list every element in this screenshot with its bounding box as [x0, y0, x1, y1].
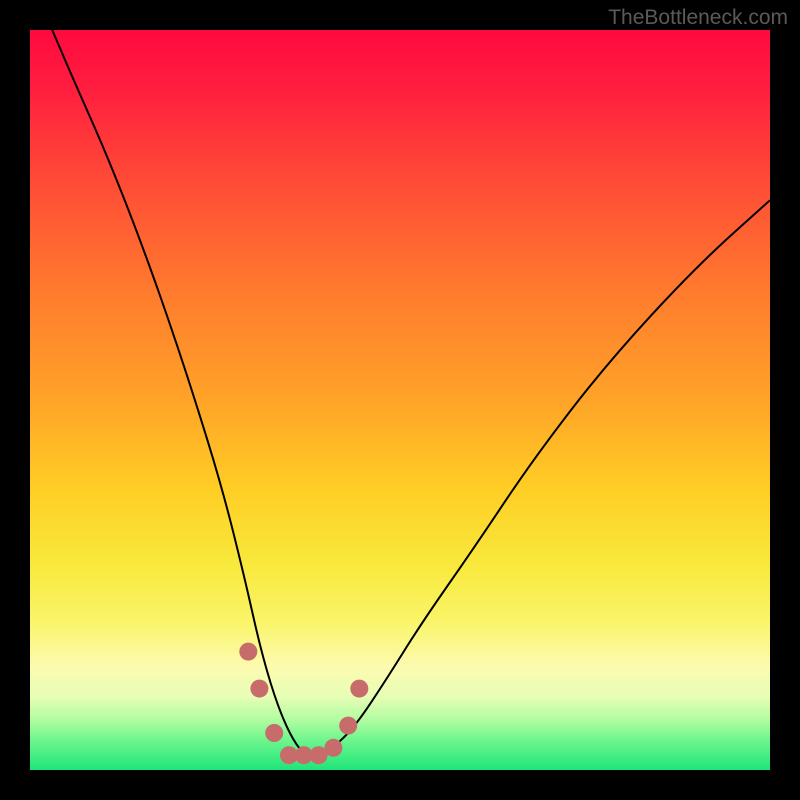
watermark-text: TheBottleneck.com [608, 6, 788, 30]
highlight-marker [265, 724, 283, 742]
highlight-marker [350, 680, 368, 698]
bottleneck-curve [52, 30, 770, 755]
highlight-marker [339, 717, 357, 735]
highlight-marker [250, 680, 268, 698]
curve-overlay [30, 30, 770, 770]
marker-group [239, 643, 368, 765]
plot-area [30, 30, 770, 770]
highlight-marker [324, 739, 342, 757]
highlight-marker [239, 643, 257, 661]
